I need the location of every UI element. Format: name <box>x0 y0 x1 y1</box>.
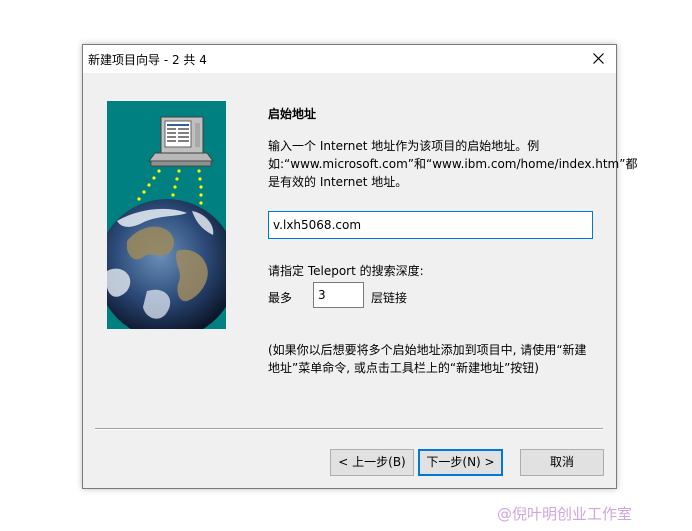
search-depth-label: 请指定 Teleport 的搜索深度: <box>268 264 424 278</box>
max-label: 最多 <box>268 291 293 305</box>
back-button[interactable]: < 上一步(B) <box>330 449 414 476</box>
wizard-dialog: 新建项目向导 - 2 共 4 启始地址 输入一个 Internet 地址作为该项… <box>82 44 638 489</box>
close-button[interactable] <box>582 45 616 73</box>
computer-globe-illustration <box>107 101 226 329</box>
search-depth-input[interactable] <box>313 282 364 308</box>
window-title: 新建项目向导 - 2 共 4 <box>88 53 207 67</box>
close-icon <box>593 53 604 64</box>
page-heading: 启始地址 <box>268 107 317 121</box>
wizard-body: 启始地址 输入一个 Internet 地址作为该项目的启始地址。例如:“www.… <box>83 73 638 488</box>
computer-icon <box>148 116 214 167</box>
cancel-button[interactable]: 取消 <box>520 449 604 476</box>
globe-icon <box>107 199 226 329</box>
levels-label: 层链接 <box>371 291 408 305</box>
next-button[interactable]: 下一步(N) > <box>418 449 503 476</box>
start-url-input[interactable] <box>268 211 593 239</box>
page-description: 输入一个 Internet 地址作为该项目的启始地址。例如:“www.micro… <box>268 139 638 189</box>
hint-text: (如果你以后想要将多个启始地址添加到项目中, 请使用“新建地址”菜单命令, 或点… <box>268 343 587 375</box>
watermark: @倪叶明创业工作室 <box>497 505 633 523</box>
title-bar: 新建项目向导 - 2 共 4 <box>83 45 616 73</box>
separator <box>95 428 603 430</box>
